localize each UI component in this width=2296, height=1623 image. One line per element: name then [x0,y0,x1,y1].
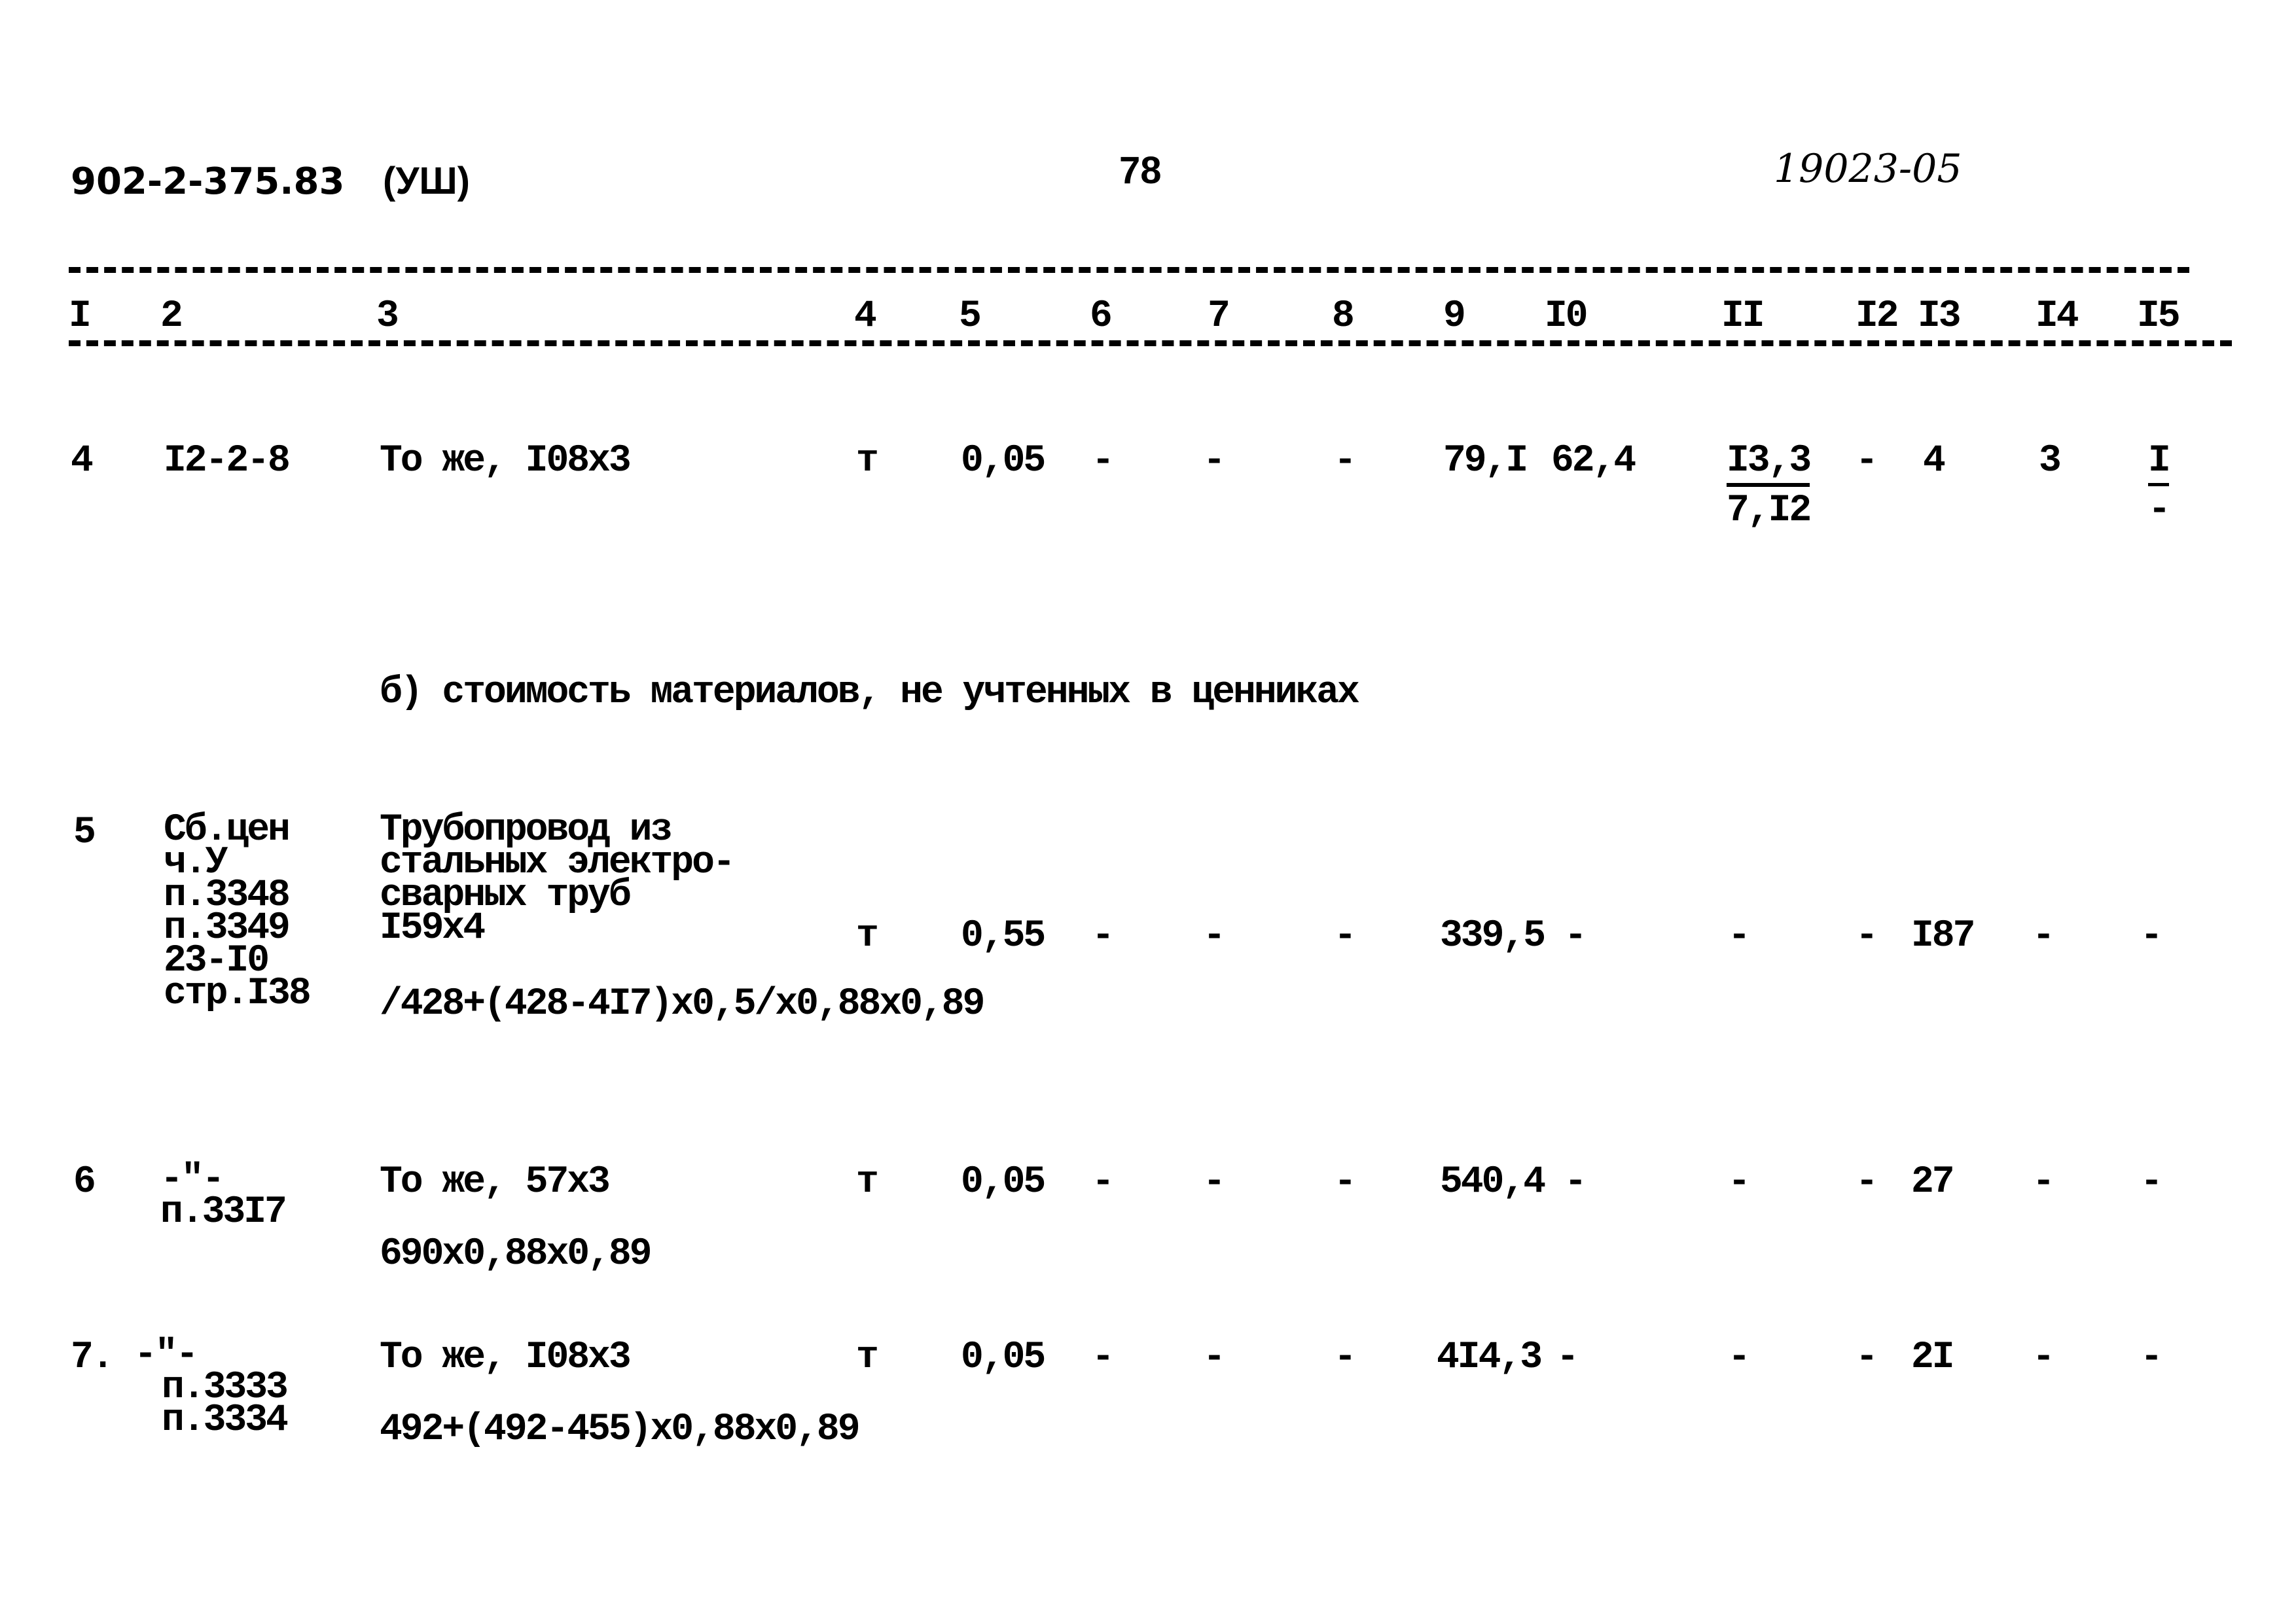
item-name: То же, I08x3 [380,1336,632,1379]
item-name: Трубопровод из стальных электро-сварных т… [380,812,736,950]
col-12-value: - [1856,1336,1878,1379]
col-12-value: - [1856,1161,1878,1204]
col-6-value: - [1092,1161,1115,1204]
col-6-value: - [1092,1336,1115,1379]
column-number: 4 [854,295,877,338]
column-number: I3 [1918,295,1962,338]
col-8-value: - [1334,1161,1357,1204]
price-code: I2-2-8 [164,440,291,482]
col-14-value: - [2032,1161,2055,1204]
quantity: 0,05 [961,440,1046,482]
fraction-denominator: - [2148,489,2171,531]
item-name: То же, 57x3 [380,1161,611,1204]
col-8-value: - [1334,915,1357,957]
unit: т [856,440,879,482]
col-13-value: 4 [1923,440,1946,482]
col-7-value: - [1203,1336,1226,1379]
col-11-value: - [1728,915,1751,957]
price-code-line: стр.I38 [164,972,312,1015]
col-9-value: 339,5 [1440,915,1546,957]
quantity: 0,55 [961,915,1046,957]
row-number: 5 [73,812,96,854]
row-number: 4 [71,440,94,482]
col-15-fraction: I - [2148,442,2171,531]
column-number: I0 [1545,295,1588,338]
column-number: 2 [160,295,183,338]
col-13-value: 2I [1911,1336,1955,1379]
col-7-value: - [1203,440,1226,482]
unit: т [856,1161,879,1204]
unit: т [856,1336,879,1379]
fraction-numerator: I [2148,442,2171,486]
col-7-value: - [1203,915,1226,957]
col-14-value: - [2032,915,2055,957]
price-code: -"- п.3333 п.3334 [134,1336,289,1442]
price-formula: /428+(428-4I7)x0,5/x0,88x0,89 [380,983,985,1026]
price-code-line: п.3334 [162,1399,289,1442]
col-11-value: - [1728,1161,1751,1204]
col-15-value: - [2140,1336,2163,1379]
fraction-denominator: 7,I2 [1727,490,1812,532]
fraction-numerator: I3,3 [1727,442,1812,487]
price-code: Сб.цен ч.У п.3348 п.3349 23-I0 стр.I38 [164,812,312,1015]
column-number: I5 [2137,295,2181,338]
col-7-value: - [1203,1161,1226,1204]
price-formula: 492+(492-455)x0,88x0,89 [380,1408,861,1451]
column-number: 5 [959,295,982,338]
col-12-value: - [1856,440,1878,482]
column-number: 9 [1443,295,1466,338]
column-number: 7 [1208,295,1230,338]
item-name: То же, I08x3 [380,440,632,482]
header-bottom-rule [69,340,2232,346]
quantity: 0,05 [961,1336,1046,1379]
col-10-value: 62,4 [1551,440,1636,482]
header-top-rule [69,267,2189,273]
col-13-value: 27 [1911,1161,1955,1204]
column-number: I [69,295,92,338]
col-10-value: - [1564,1161,1587,1204]
price-code-line: п.33I7 [160,1191,287,1234]
price-code: -"- п.33I7 [160,1161,287,1234]
col-9-value: 4I4,3 [1437,1336,1543,1379]
row-number: 6 [73,1161,96,1204]
col-11-value: - [1728,1336,1751,1379]
col-14-value: - [2032,1336,2055,1379]
column-number: I4 [2036,295,2079,338]
col-6-value: - [1092,915,1115,957]
column-number: 6 [1090,295,1113,338]
column-number: I2 [1856,295,1899,338]
col-13-value: I87 [1911,915,1975,957]
unit: т [856,915,879,957]
price-formula: 690x0,88x0,89 [380,1233,652,1275]
col-10-value: - [1556,1336,1579,1379]
col-12-value: - [1856,915,1878,957]
item-name-line: I59x4 [380,907,486,950]
archive-number: 19023-05 [1774,146,1962,192]
col-6-value: - [1092,440,1115,482]
col-9-value: 540,4 [1440,1161,1546,1204]
col-15-value: - [2140,1161,2163,1204]
section-heading: б) стоимость материалов, не учтенных в ц… [380,671,1360,714]
section-label: (УШ) [383,160,470,202]
col-15-value: - [2140,915,2163,957]
column-number: II [1721,295,1765,338]
row-number: 7. [71,1336,115,1379]
col-8-value: - [1334,1336,1357,1379]
column-number: 3 [376,295,399,338]
quantity: 0,05 [961,1161,1046,1204]
col-9-value: 79,I [1443,440,1528,482]
col-14-value: 3 [2039,440,2062,482]
project-code: 902-2-375.83 [71,160,345,203]
column-number: 8 [1332,295,1355,338]
page-number: 78 [1119,149,1162,192]
col-10-value: - [1564,915,1587,957]
col-8-value: - [1334,440,1357,482]
col-11-fraction: I3,3 7,I2 [1727,442,1812,532]
